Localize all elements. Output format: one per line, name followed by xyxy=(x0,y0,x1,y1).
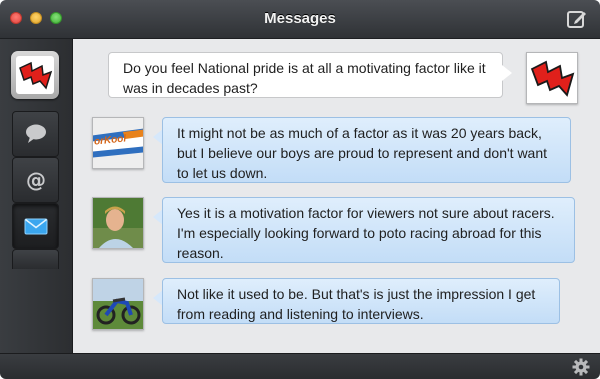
account-avatar-button[interactable] xyxy=(11,51,59,99)
sidebar-item-chat[interactable] xyxy=(12,111,59,157)
sidebar-item-messages[interactable] xyxy=(12,203,59,249)
message-text: Do you feel National pride is at all a m… xyxy=(123,60,486,96)
user-avatar[interactable] xyxy=(92,197,144,249)
gear-icon[interactable] xyxy=(572,358,590,376)
conversation-area: Do you feel National pride is at all a m… xyxy=(73,39,600,353)
bubble-tail xyxy=(502,65,512,81)
red-lightning-logo xyxy=(527,53,577,103)
compose-icon[interactable] xyxy=(566,8,588,30)
envelope-icon xyxy=(24,218,48,235)
bottom-toolbar xyxy=(0,353,600,379)
message-bubble-received: It might not be as much of a factor as i… xyxy=(162,117,571,183)
speech-bubble-icon xyxy=(26,124,46,143)
message-bubble-received: Not like it used to be. But that's is ju… xyxy=(162,278,560,324)
at-sign-icon: @ xyxy=(26,168,46,192)
messages-window: Messages @ Do you feel National pride is… xyxy=(0,0,600,379)
title-bar: Messages xyxy=(0,0,600,39)
svg-text:@: @ xyxy=(26,168,46,192)
user-avatar[interactable]: orKool xyxy=(92,117,144,169)
message-text: Not like it used to be. But that's is ju… xyxy=(177,286,536,322)
window-title: Messages xyxy=(264,10,336,27)
sidebar-item-mentions[interactable]: @ xyxy=(12,157,59,203)
message-bubble-mine: Do you feel National pride is at all a m… xyxy=(108,52,503,98)
message-bubble-received: Yes it is a motivation factor for viewer… xyxy=(162,197,575,263)
my-avatar[interactable] xyxy=(526,52,578,104)
sidebar-item-more[interactable] xyxy=(12,249,59,269)
user-avatar[interactable] xyxy=(92,278,144,330)
sidebar: @ xyxy=(0,39,73,353)
message-text: It might not be as much of a factor as i… xyxy=(177,125,548,181)
message-text: Yes it is a motivation factor for viewer… xyxy=(177,205,555,261)
red-lightning-logo xyxy=(16,56,54,94)
